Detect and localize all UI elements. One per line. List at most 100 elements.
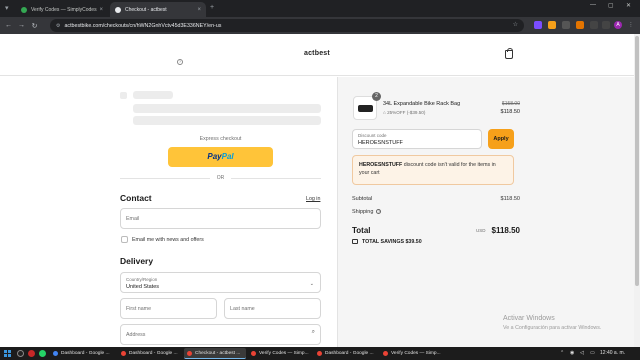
country-select[interactable]: Country/Region United States ⌄ bbox=[120, 272, 321, 293]
windows-activation-title: Activar Windows bbox=[503, 315, 555, 322]
product-name: 34L Expandable Bike Rack Bag bbox=[383, 101, 461, 107]
original-price: $158.00 bbox=[501, 101, 520, 107]
taskbar-item-label: Dashboard - Google ... bbox=[61, 351, 110, 356]
country-label: Country/Region bbox=[126, 277, 158, 282]
search-icon[interactable] bbox=[17, 350, 24, 357]
site-logo[interactable]: actbest bbox=[304, 50, 330, 57]
network-icon[interactable]: ◉ bbox=[570, 350, 574, 356]
maximize-icon[interactable]: ▢ bbox=[608, 2, 614, 9]
shipping-label: Shipping bbox=[352, 209, 374, 215]
taskbar-item-active[interactable]: Checkout - actbest ... bbox=[184, 348, 246, 359]
first-name-field[interactable]: First name bbox=[120, 298, 217, 319]
tab-verify-codes[interactable]: Verify Codes — SimplyCodes × bbox=[16, 2, 108, 17]
discount-error-alert: HEROESNSTUFF discount code isn't valid f… bbox=[352, 155, 514, 185]
browser-tab-strip: ▾ Verify Codes — SimplyCodes × Checkout … bbox=[0, 0, 640, 17]
close-tab-icon[interactable]: × bbox=[197, 7, 201, 13]
taskbar-item-label: Verify Codes — Simp... bbox=[259, 351, 309, 356]
address-placeholder: Address bbox=[126, 331, 146, 338]
windows-start-icon[interactable] bbox=[4, 350, 11, 357]
discount-code-field[interactable]: Discount code HEROESNSTUFF bbox=[352, 129, 482, 149]
info-icon[interactable]: ? bbox=[376, 209, 382, 215]
new-tab-button[interactable]: + bbox=[210, 4, 214, 11]
volume-icon[interactable]: ◁ bbox=[580, 350, 584, 356]
discount-code-value: HEROESNSTUFF bbox=[358, 140, 403, 146]
menu-kebab-icon[interactable]: ⋮ bbox=[627, 21, 635, 29]
address-bar[interactable]: ⚙ actbestbike.com/checkouts/cn/hWN2GnhVc… bbox=[50, 19, 524, 32]
taskbar-item-label: Dashboard - Google ... bbox=[325, 351, 374, 356]
country-value: United States bbox=[126, 284, 160, 290]
extensions-puzzle-icon[interactable] bbox=[590, 21, 598, 29]
browser-icon bbox=[317, 351, 322, 356]
taskbar-item[interactable]: Verify Codes — Simp... bbox=[248, 348, 312, 359]
tab-checkout[interactable]: Checkout - actbest × bbox=[110, 2, 206, 17]
extension-icon[interactable] bbox=[548, 21, 556, 29]
last-name-field[interactable]: Last name bbox=[224, 298, 321, 319]
browser-icon bbox=[187, 350, 192, 356]
quantity-badge: 2 bbox=[372, 92, 381, 101]
bookmark-star-icon[interactable]: ☆ bbox=[513, 21, 518, 28]
scrollbar-thumb[interactable] bbox=[635, 36, 639, 286]
discount-code-label: Discount code bbox=[358, 133, 387, 138]
cart-bag-icon[interactable] bbox=[505, 48, 513, 59]
minimize-icon[interactable]: — bbox=[590, 2, 596, 8]
loading-skeleton bbox=[133, 104, 321, 113]
chevron-down-icon: ⌄ bbox=[309, 281, 314, 287]
site-header: actbest bbox=[0, 34, 634, 76]
browser-toolbar: ← → ↻ ⚙ actbestbike.com/checkouts/cn/hWN… bbox=[0, 17, 640, 34]
paypal-logo-text: Pay bbox=[207, 152, 222, 161]
login-link[interactable]: Log in bbox=[306, 196, 320, 202]
help-icon[interactable]: ? bbox=[177, 59, 183, 65]
clock[interactable]: 12:40 a. m. bbox=[600, 350, 625, 356]
tab-label: Checkout - actbest bbox=[125, 6, 167, 13]
email-field[interactable]: Email bbox=[120, 208, 321, 229]
contact-heading: Contact bbox=[120, 193, 152, 203]
taskbar-item[interactable]: Dashboard - Google ... bbox=[314, 348, 378, 359]
battery-icon[interactable]: ▭ bbox=[590, 350, 595, 356]
windows-activation-subtitle: Ve a Configuración para activar Windows. bbox=[503, 325, 602, 331]
forward-icon[interactable]: → bbox=[15, 22, 28, 29]
taskbar-item[interactable]: Dashboard - Google ... bbox=[118, 348, 182, 359]
browser-icon bbox=[251, 351, 256, 356]
total-savings-text: TOTAL SAVINGS $39.50 bbox=[362, 239, 422, 245]
tray-chevron-icon[interactable]: ⌃ bbox=[560, 350, 564, 356]
close-tab-icon[interactable]: × bbox=[99, 7, 103, 13]
url-text: actbestbike.com/checkouts/cn/hWN2GnhVctv… bbox=[64, 22, 222, 29]
newsletter-checkbox[interactable] bbox=[121, 236, 128, 243]
profile-avatar[interactable]: A bbox=[614, 21, 622, 29]
whatsapp-icon[interactable] bbox=[39, 350, 46, 357]
extension-icon[interactable] bbox=[562, 21, 570, 29]
simplycodes-favicon-icon bbox=[21, 6, 27, 13]
browser-icon bbox=[53, 351, 58, 356]
address-field[interactable]: Address ⌕ bbox=[120, 324, 321, 345]
extension-icon[interactable] bbox=[534, 21, 542, 29]
windows-taskbar: Dashboard - Google ... Dashboard - Googl… bbox=[0, 347, 640, 360]
total-value: $118.50 bbox=[491, 226, 520, 235]
total-savings: TOTAL SAVINGS $39.50 bbox=[352, 239, 422, 245]
taskbar-item[interactable]: Dashboard - Google ... bbox=[50, 348, 116, 359]
search-icon: ⌕ bbox=[311, 329, 315, 335]
browser-icon bbox=[121, 351, 126, 356]
loading-skeleton bbox=[133, 116, 321, 125]
taskbar-item[interactable]: Verify Codes — Simp... bbox=[380, 348, 444, 359]
page-scrollbar[interactable] bbox=[634, 34, 640, 347]
product-discount-text: 25%OFF (-$39.50) bbox=[387, 110, 426, 115]
delivery-heading: Delivery bbox=[120, 256, 154, 266]
tab-search-icon[interactable]: ▾ bbox=[5, 4, 9, 12]
back-icon[interactable]: ← bbox=[2, 22, 15, 29]
taskbar-item-label: Dashboard - Google ... bbox=[129, 351, 178, 356]
loading-checkbox-skeleton bbox=[120, 92, 127, 99]
tag-icon bbox=[352, 239, 358, 245]
paypal-button[interactable]: PayPal bbox=[168, 147, 273, 167]
app-icon[interactable] bbox=[28, 350, 35, 357]
site-info-icon[interactable]: ⚙ bbox=[56, 23, 60, 29]
subtotal-value: $118.50 bbox=[500, 196, 520, 202]
extension-icon[interactable] bbox=[576, 21, 584, 29]
reload-icon[interactable]: ↻ bbox=[28, 22, 41, 30]
email-placeholder: Email bbox=[126, 215, 140, 222]
apply-button[interactable]: Apply bbox=[488, 129, 514, 149]
sidebar-icon[interactable] bbox=[602, 21, 610, 29]
close-window-icon[interactable]: ✕ bbox=[626, 2, 631, 9]
or-divider: OR bbox=[120, 175, 321, 181]
browser-icon bbox=[383, 351, 388, 356]
taskbar-item-label: Checkout - actbest ... bbox=[195, 350, 241, 356]
